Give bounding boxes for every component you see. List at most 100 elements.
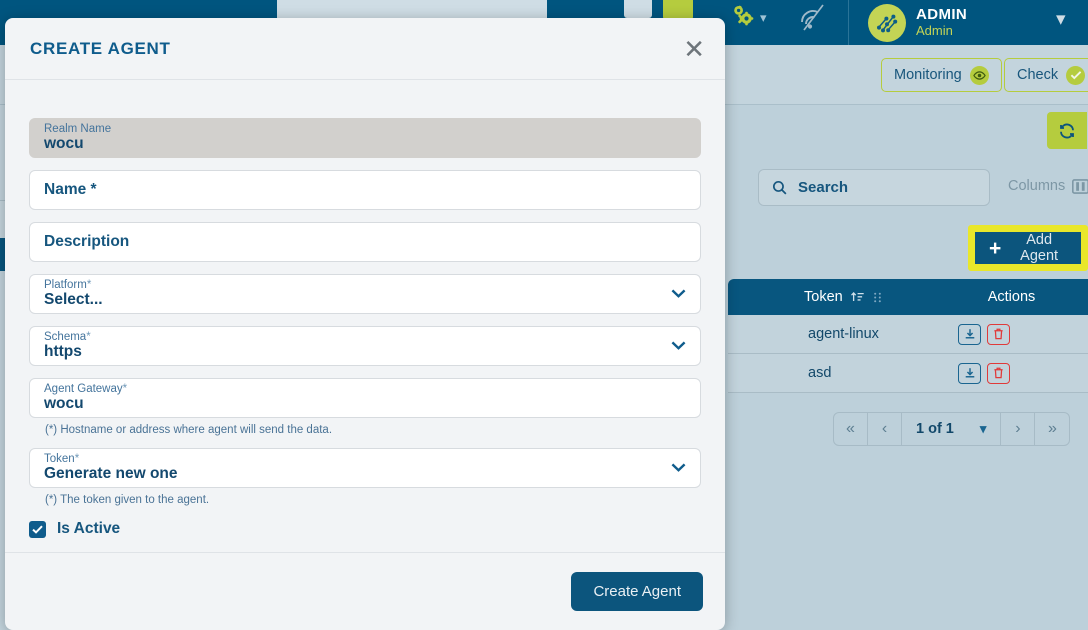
realm-name-field: Realm Name wocu xyxy=(29,118,701,158)
chevron-down-icon[interactable]: ▾ xyxy=(760,10,767,26)
pagination: « ‹ 1 of 1 ▾ › » xyxy=(833,412,1071,446)
token-value: Generate new one xyxy=(44,465,178,483)
agent-gateway-label-text: Agent Gateway xyxy=(44,382,123,395)
pagination-last[interactable]: » xyxy=(1035,413,1069,445)
schema-value: https xyxy=(44,343,82,361)
drag-grip-icon[interactable] xyxy=(873,291,882,304)
is-active-label: Is Active xyxy=(57,520,121,537)
add-agent-button[interactable]: + Add Agent xyxy=(975,232,1081,264)
modal-header: CREATE AGENT ✕ xyxy=(5,18,725,80)
screen: Search Columns + Add Agent Token Actions… xyxy=(0,0,1088,630)
chevron-down-icon[interactable] xyxy=(671,459,686,477)
monitoring-label: Monitoring xyxy=(894,67,962,83)
check-icon xyxy=(32,525,43,534)
required-marker: * xyxy=(86,330,91,343)
platform-select[interactable]: Platform* Select... xyxy=(29,274,701,314)
is-active-checkbox[interactable] xyxy=(29,520,46,538)
schema-label: Schema* xyxy=(44,331,686,344)
plus-icon: + xyxy=(989,236,1002,260)
check-circle-icon xyxy=(1066,65,1086,85)
topbar-chip-two[interactable] xyxy=(663,0,693,20)
token-label: Token* xyxy=(44,453,686,466)
pagination-prev[interactable]: ‹ xyxy=(868,413,902,445)
refresh-button[interactable] xyxy=(1047,112,1087,149)
description-placeholder: Description xyxy=(44,233,130,250)
schema-select[interactable]: Schema* https xyxy=(29,326,701,366)
pagination-page-select[interactable]: 1 of 1 ▾ xyxy=(902,413,1002,445)
row-actions xyxy=(958,362,1010,384)
eye-icon xyxy=(969,65,989,85)
refresh-icon xyxy=(1060,123,1074,138)
table-header-row: Token Actions xyxy=(728,279,1088,315)
column-header-actions: Actions xyxy=(988,289,1036,305)
check-button[interactable]: Check xyxy=(1004,58,1088,92)
sort-asc-icon[interactable] xyxy=(850,291,865,304)
agents-table: Token Actions agent-linux asd xyxy=(728,279,1088,393)
agent-gateway-label: Agent Gateway* xyxy=(44,383,686,396)
realm-name-label: Realm Name xyxy=(44,122,112,135)
is-active-row[interactable]: Is Active xyxy=(29,520,701,538)
pagination-label: 1 of 1 xyxy=(916,421,954,437)
pagination-first[interactable]: « xyxy=(834,413,868,445)
description-field[interactable]: Description xyxy=(29,222,701,262)
trash-icon xyxy=(994,328,1003,340)
row-actions xyxy=(958,323,1010,345)
user-identity: ADMIN Admin xyxy=(916,5,968,38)
cell-token: agent-linux xyxy=(808,326,879,342)
agent-gateway-value: wocu xyxy=(44,395,84,413)
download-icon xyxy=(965,368,974,378)
delete-button[interactable] xyxy=(987,323,1010,345)
schema-label-text: Schema xyxy=(44,330,87,343)
topbar-chip-one[interactable] xyxy=(624,0,652,18)
page-title: CREATE AGENT xyxy=(30,38,171,58)
search-input[interactable]: Search xyxy=(758,169,990,206)
no-signal-icon[interactable] xyxy=(796,3,828,33)
modal-footer: Create Agent xyxy=(5,552,725,630)
token-select[interactable]: Token* Generate new one xyxy=(29,448,701,488)
agent-gateway-helper: (*) Hostname or address where agent will… xyxy=(45,424,333,436)
cell-token: asd xyxy=(808,365,832,381)
modal-body: Realm Name wocu Name * Description Platf… xyxy=(5,80,725,552)
token-label-text: Token xyxy=(44,452,75,465)
user-menu-chevron-down-icon[interactable]: ▾ xyxy=(1056,8,1066,31)
platform-label: Platform* xyxy=(44,279,686,292)
user-role: Admin xyxy=(916,22,953,38)
column-header-token[interactable]: Token xyxy=(804,289,882,305)
columns-label: Columns xyxy=(1008,178,1066,194)
column-header-token-label: Token xyxy=(804,289,843,305)
platform-value: Select... xyxy=(44,291,103,309)
gears-icon[interactable] xyxy=(726,4,760,30)
network-avatar-icon xyxy=(877,14,898,32)
check-label: Check xyxy=(1017,67,1059,83)
name-field[interactable]: Name * xyxy=(29,170,701,210)
chevron-down-icon: ▾ xyxy=(979,421,987,436)
user-name: ADMIN xyxy=(916,5,968,23)
add-agent-highlight: + Add Agent xyxy=(968,225,1088,271)
table-row[interactable]: asd xyxy=(728,354,1088,393)
avatar xyxy=(868,3,906,42)
required-marker: * xyxy=(122,382,128,395)
monitoring-button[interactable]: Monitoring xyxy=(881,58,1002,92)
user-menu[interactable]: ADMIN Admin xyxy=(868,0,967,45)
download-button[interactable] xyxy=(958,362,981,384)
chevron-down-icon[interactable] xyxy=(671,337,686,355)
search-icon xyxy=(772,180,787,195)
required-marker: * xyxy=(74,452,80,465)
columns-button[interactable]: Columns xyxy=(1008,178,1088,194)
table-row[interactable]: agent-linux xyxy=(728,315,1088,354)
trash-icon xyxy=(994,367,1003,379)
download-button[interactable] xyxy=(958,323,981,345)
pagination-next[interactable]: › xyxy=(1001,413,1036,445)
name-placeholder: Name * xyxy=(44,181,97,198)
topbar-divider xyxy=(848,0,849,45)
create-agent-modal: CREATE AGENT ✕ Realm Name wocu Name * De… xyxy=(5,18,725,630)
delete-button[interactable] xyxy=(987,362,1010,384)
columns-icon xyxy=(1072,178,1088,194)
required-marker: * xyxy=(86,278,92,291)
platform-label-text: Platform xyxy=(44,278,87,291)
create-agent-submit-button[interactable]: Create Agent xyxy=(571,572,703,611)
close-icon[interactable]: ✕ xyxy=(683,36,705,62)
token-helper: (*) The token given to the agent. xyxy=(45,494,210,506)
agent-gateway-field[interactable]: Agent Gateway* wocu xyxy=(29,378,701,418)
chevron-down-icon[interactable] xyxy=(671,285,686,303)
